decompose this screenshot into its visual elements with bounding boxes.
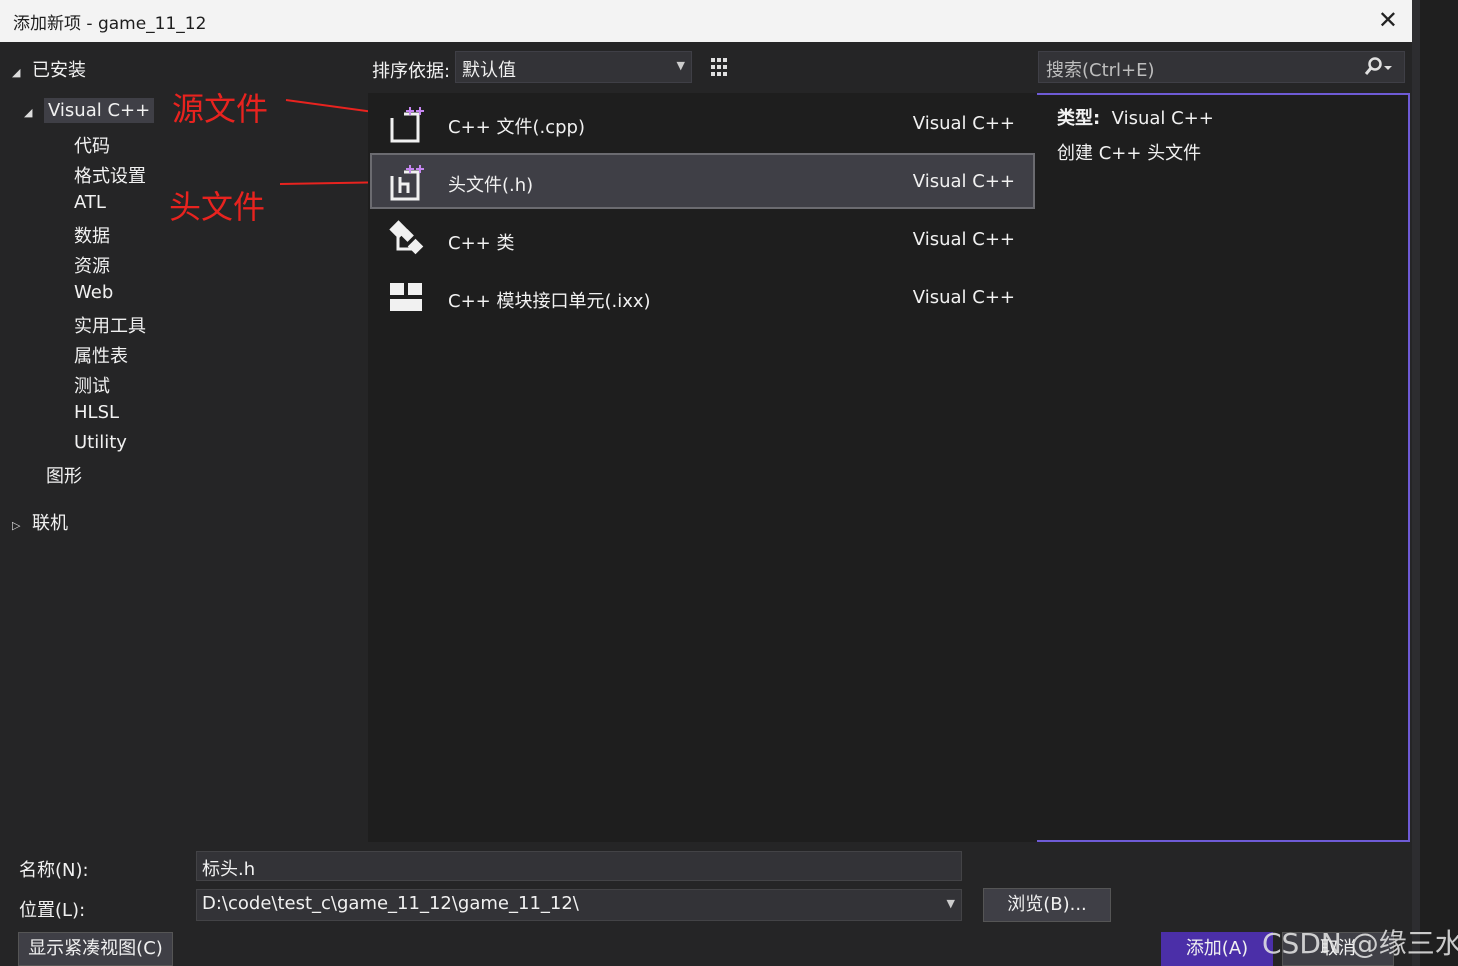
title-bar: 添加新项 - game_11_12 ✕ <box>0 0 1412 42</box>
name-value: 标头.h <box>202 859 256 880</box>
template-row-header[interactable]: 头文件(.h) Visual C++ <box>370 153 1035 209</box>
annotation-source-file: 源文件 <box>172 90 269 128</box>
tree-item-hlsl[interactable]: HLSL <box>74 402 119 423</box>
header-file-icon <box>390 165 424 201</box>
type-info: 类型: Visual C++ <box>1057 104 1214 130</box>
category-tree: ◢ 已安装 ◢ Visual C++ 代码 格式设置 ATL 数据 资源 Web 实… <box>0 42 368 842</box>
tree-label-online: 联机 <box>32 513 68 534</box>
grid-view-button[interactable] <box>703 51 735 83</box>
chevron-down-icon: ▼ <box>676 59 685 72</box>
name-field[interactable]: 标头.h <box>196 851 962 881</box>
cpp-class-icon <box>389 220 424 255</box>
type-value: Visual C++ <box>1111 108 1214 129</box>
location-field[interactable]: D:\code\test_c\game_11_12\game_11_12\ ▼ <box>196 889 962 921</box>
tree-item-code[interactable]: 代码 <box>74 132 110 158</box>
compact-view-button[interactable]: 显示紧凑视图(C) <box>18 932 173 966</box>
cpp-file-icon <box>390 107 424 143</box>
collapse-arrow-icon[interactable]: ◢ <box>12 66 32 79</box>
template-language: Visual C++ <box>912 229 1015 250</box>
location-label: 位置(L): <box>19 900 86 921</box>
template-language: Visual C++ <box>912 113 1015 134</box>
tree-label-installed: 已安装 <box>32 60 86 81</box>
tree-item-web[interactable]: Web <box>74 282 113 303</box>
tree-item-utilities[interactable]: 实用工具 <box>74 312 146 338</box>
template-name: 头文件(.h) <box>448 175 534 196</box>
grid-view-icon <box>711 58 727 76</box>
tree-node-online[interactable]: ▷ 联机 <box>12 509 68 535</box>
search-placeholder: 搜索(Ctrl+E) <box>1046 60 1155 81</box>
window-title: 添加新项 - game_11_12 <box>13 14 207 34</box>
module-interface-icon <box>390 283 422 311</box>
template-list: C++ 文件(.cpp) Visual C++ 头文件(.h) Visual C… <box>368 93 1037 842</box>
tree-label-visual-cpp: Visual C++ <box>44 98 155 123</box>
tree-item-test[interactable]: 测试 <box>74 372 110 398</box>
location-value: D:\code\test_c\game_11_12\game_11_12\ <box>202 893 579 914</box>
tree-item-atl[interactable]: ATL <box>74 192 106 213</box>
browse-button[interactable]: 浏览(B)... <box>983 888 1111 922</box>
sort-label: 排序依据: <box>372 61 451 82</box>
expand-arrow-icon[interactable]: ▷ <box>12 519 32 532</box>
template-name: C++ 类 <box>448 233 515 254</box>
collapse-arrow-icon[interactable]: ◢ <box>24 106 44 119</box>
tree-item-property-sheet[interactable]: 属性表 <box>74 342 128 368</box>
template-language: Visual C++ <box>912 171 1015 192</box>
template-row-class[interactable]: C++ 类 Visual C++ <box>370 211 1035 267</box>
template-name: C++ 模块接口单元(.ixx) <box>448 291 651 312</box>
name-label: 名称(N): <box>19 860 89 881</box>
add-button[interactable]: 添加(A) <box>1161 932 1273 966</box>
annotation-header-file: 头文件 <box>169 188 266 226</box>
tree-item-data[interactable]: 数据 <box>74 222 110 248</box>
sort-value: 默认值 <box>462 60 516 81</box>
tree-item-utility[interactable]: Utility <box>74 432 127 453</box>
sort-dropdown[interactable]: 默认值 ▼ <box>455 51 692 83</box>
template-row-module[interactable]: C++ 模块接口单元(.ixx) Visual C++ <box>370 269 1035 325</box>
template-row-cpp[interactable]: C++ 文件(.cpp) Visual C++ <box>370 95 1035 151</box>
search-icon[interactable] <box>1362 56 1394 83</box>
tree-item-formatting[interactable]: 格式设置 <box>74 162 146 188</box>
template-name: C++ 文件(.cpp) <box>448 117 585 138</box>
tree-item-graphics[interactable]: 图形 <box>46 462 82 488</box>
search-input[interactable]: 搜索(Ctrl+E) <box>1038 51 1405 83</box>
tree-node-visual-cpp[interactable]: ◢ Visual C++ <box>24 98 155 123</box>
type-label: 类型: <box>1057 108 1101 129</box>
template-language: Visual C++ <box>912 287 1015 308</box>
template-description: 创建 C++ 头文件 <box>1057 143 1202 164</box>
tree-node-installed[interactable]: ◢ 已安装 <box>12 56 86 82</box>
background-strip <box>1412 0 1458 966</box>
csdn-watermark: CSDN @缘三水 <box>1262 927 1458 960</box>
chevron-down-icon[interactable]: ▼ <box>947 897 955 910</box>
close-icon[interactable]: ✕ <box>1378 6 1398 34</box>
tree-item-resource[interactable]: 资源 <box>74 252 110 278</box>
